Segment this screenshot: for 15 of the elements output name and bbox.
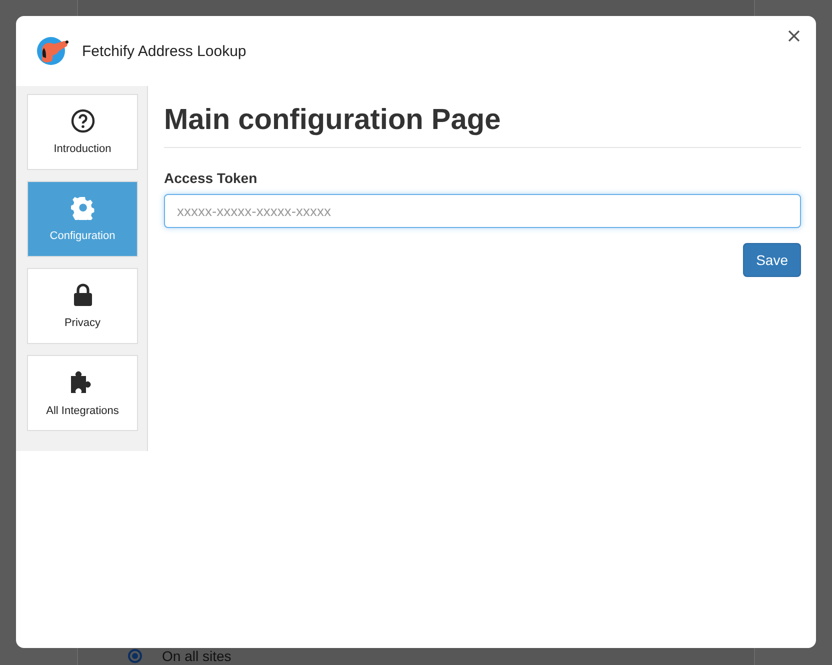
nav-tile[interactable]: Privacy [27,268,138,344]
field-label: Access Token [164,170,258,186]
nav-tile[interactable]: All Integrations [27,355,138,431]
gear-icon [70,196,94,220]
dialog-title: Fetchify Address Lookup [82,42,246,60]
nav-tile[interactable]: Introduction [27,94,138,170]
radio-label: On all sites [162,648,232,664]
dog-logo-icon [36,36,70,66]
help-icon [70,109,94,133]
page-heading: Main configuration Page [164,104,801,148]
save-button[interactable]: Save [743,243,801,277]
close-icon [788,30,800,42]
close-button[interactable] [786,28,802,44]
access-token-field[interactable]: xxxxx-xxxxx-xxxxx-xxxxx [164,194,801,228]
lock-icon [72,283,92,307]
